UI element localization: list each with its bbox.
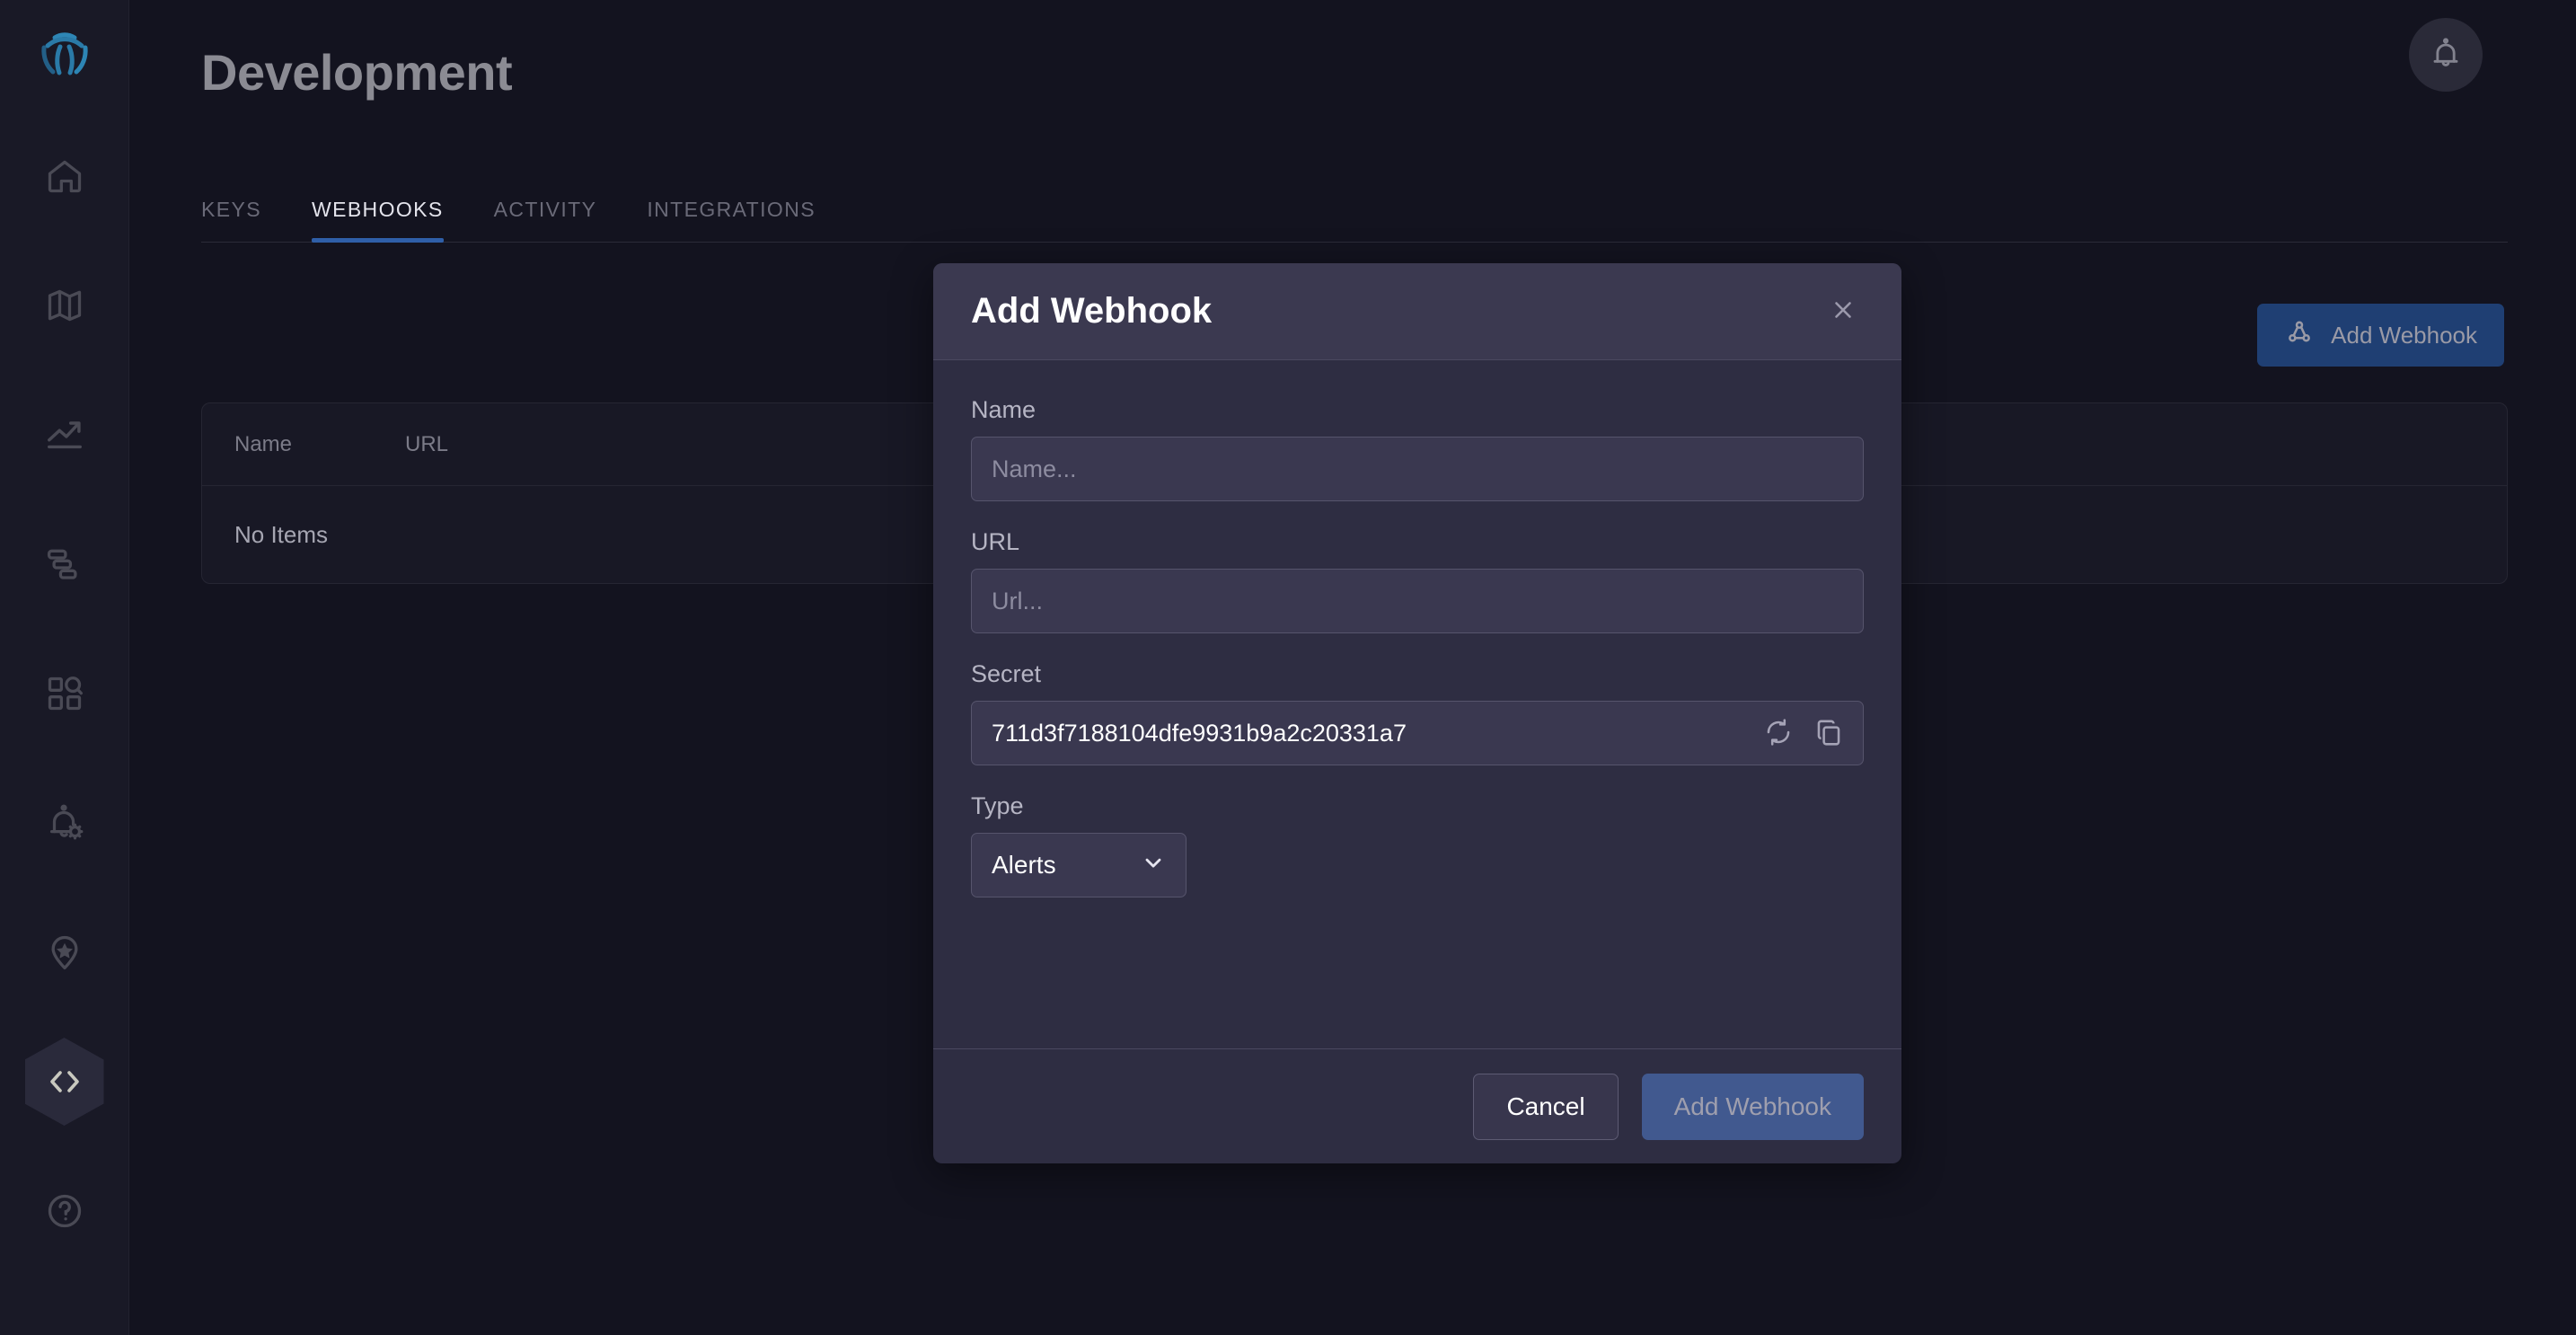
dialog-footer: Cancel Add Webhook xyxy=(933,1048,1901,1163)
name-field-group: Name xyxy=(971,396,1864,501)
map-pin-star-icon xyxy=(45,933,84,972)
copy-icon xyxy=(1813,717,1844,750)
sidebar-item-layers[interactable] xyxy=(22,521,108,607)
trending-up-icon xyxy=(44,414,85,455)
code-brackets-icon xyxy=(43,1060,86,1103)
sidebar-item-explore[interactable] xyxy=(22,650,108,737)
nightingale-logo-icon[interactable] xyxy=(35,25,94,84)
map-icon xyxy=(45,286,84,325)
submit-add-webhook-button[interactable]: Add Webhook xyxy=(1641,1073,1864,1140)
dialog-spacer xyxy=(971,924,1864,1007)
sidebar-item-help[interactable] xyxy=(22,1168,108,1254)
name-input[interactable] xyxy=(971,437,1864,501)
secret-actions xyxy=(1763,701,1844,765)
dialog-title: Add Webhook xyxy=(971,291,1213,331)
refresh-icon xyxy=(1763,717,1794,750)
close-icon xyxy=(1830,296,1857,326)
home-icon xyxy=(45,156,84,196)
main-content: Development KEYS WEBHOOKS ACTIVITY INTEG… xyxy=(129,0,2576,1335)
type-field-group: Type Alerts xyxy=(971,792,1864,897)
copy-secret-button[interactable] xyxy=(1813,717,1844,750)
url-label: URL xyxy=(971,528,1020,555)
close-button[interactable] xyxy=(1822,291,1864,332)
secret-label: Secret xyxy=(971,660,1042,687)
sidebar-item-map[interactable] xyxy=(22,262,108,349)
sidebar-item-places[interactable] xyxy=(22,909,108,995)
sidebar-item-analytics[interactable] xyxy=(22,392,108,478)
cancel-button[interactable]: Cancel xyxy=(1473,1073,1619,1140)
bell-gear-icon xyxy=(44,802,85,844)
name-label: Name xyxy=(971,396,1037,423)
secret-field-group: Secret xyxy=(971,660,1864,765)
type-select[interactable]: Alerts xyxy=(971,833,1187,897)
type-select-value: Alerts xyxy=(992,851,1056,879)
url-field-group: URL xyxy=(971,528,1864,633)
modal-overlay: Add Webhook Name Name... URL Url... Secr… xyxy=(129,0,2576,1335)
app-root: Development KEYS WEBHOOKS ACTIVITY INTEG… xyxy=(0,0,2576,1335)
grid-search-icon xyxy=(45,674,84,713)
sidebar-nav xyxy=(0,133,128,1297)
sidebar-item-developer[interactable] xyxy=(22,1038,108,1126)
dialog-header: Add Webhook xyxy=(933,263,1901,360)
url-input[interactable] xyxy=(971,569,1864,633)
add-webhook-dialog: Add Webhook Name Name... URL Url... Secr… xyxy=(933,263,1901,1163)
sidebar-item-alert-settings[interactable] xyxy=(22,780,108,866)
dialog-body: Name URL Secret xyxy=(933,360,1901,1048)
chevron-down-icon xyxy=(1141,850,1166,881)
stacked-bars-icon xyxy=(45,544,84,584)
regenerate-secret-button[interactable] xyxy=(1763,717,1794,750)
secret-input[interactable] xyxy=(971,701,1864,765)
secret-input-wrapper xyxy=(971,701,1864,765)
sidebar-item-home[interactable] xyxy=(22,133,108,219)
type-label: Type xyxy=(971,792,1024,819)
sidebar xyxy=(0,0,129,1335)
question-circle-icon xyxy=(45,1191,84,1231)
